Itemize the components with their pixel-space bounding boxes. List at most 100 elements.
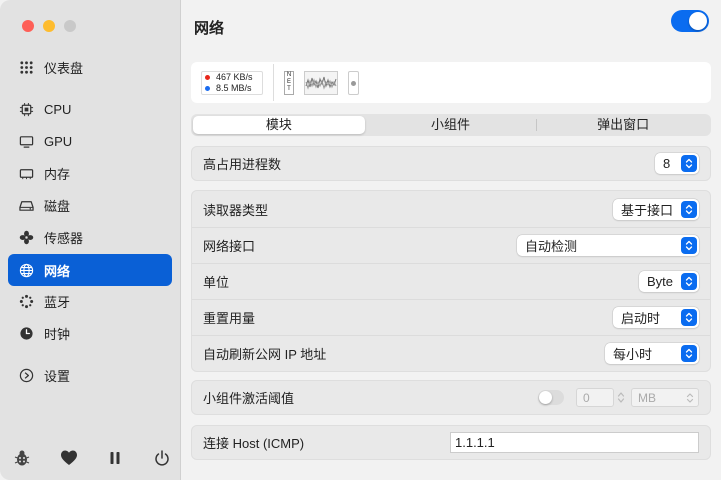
top-processes-label: 高占用进程数 [203, 157, 282, 172]
setting-row-interface: 网络接口 自动检测 [192, 227, 710, 263]
sidebar-item-sensors[interactable]: 传感器 [8, 221, 172, 253]
sidebar-item-label: 传感器 [44, 230, 84, 246]
sidebar-item-label: 仪表盘 [44, 60, 84, 76]
widget-preview: 467 KB/s 8.5 MB/s NET [191, 62, 711, 103]
widget-threshold-stepper[interactable] [615, 388, 627, 407]
setting-row-reader-type: 读取器类型 基于接口 [192, 191, 710, 227]
zoom-window-button[interactable] [64, 20, 76, 32]
setting-row-widget-threshold: 小组件激活阈值 0 MB [192, 381, 710, 414]
sidebar-item-clock[interactable]: 时钟 [8, 317, 172, 349]
preview-divider [273, 64, 274, 101]
sidebar-item-disk[interactable]: 磁盘 [8, 189, 172, 221]
chevron-up-down-icon [681, 237, 697, 254]
disk-icon [18, 197, 34, 213]
network-chart-widget-preview[interactable] [304, 71, 338, 95]
globe-icon [18, 262, 34, 278]
net-label-widget-preview[interactable]: NET [284, 71, 294, 95]
app-window: 仪表盘 CPU GPU 内存 磁盘 传感器 网络 蓝牙 时钟 设置 网络 467… [0, 0, 721, 480]
speed-widget-preview[interactable]: 467 KB/s 8.5 MB/s [201, 71, 263, 95]
sidebar-item-label: 设置 [44, 368, 71, 384]
reset-usage-value: 启动时 [621, 311, 661, 326]
sidebar-item-cpu[interactable]: CPU [8, 93, 172, 125]
chevron-up-down-icon [681, 273, 697, 290]
interface-value: 自动检测 [525, 239, 578, 254]
widget-threshold-value: 0 [583, 390, 590, 405]
refresh-ip-label: 自动刷新公网 IP 地址 [203, 347, 327, 362]
tab-module[interactable]: 模块 [193, 116, 365, 134]
stepper-arrows-icon [617, 392, 625, 403]
host-label: 连接 Host (ICMP) [203, 436, 305, 451]
setting-row-host: 连接 Host (ICMP) 1.1.1.1 [192, 426, 710, 459]
widget-threshold-input[interactable]: 0 [576, 388, 614, 407]
reader-type-label: 读取器类型 [203, 202, 269, 218]
tab-widgets[interactable]: 小组件 [365, 116, 537, 134]
sidebar-item-gpu[interactable]: GPU [8, 125, 172, 157]
top-processes-value: 8 [663, 156, 671, 171]
host-value: 1.1.1.1 [455, 435, 495, 450]
close-window-button[interactable] [22, 20, 34, 32]
pause-icon[interactable] [105, 448, 125, 468]
settings-icon [18, 367, 34, 383]
top-processes-select[interactable]: 8 [655, 153, 699, 174]
reset-usage-select[interactable]: 启动时 [613, 307, 699, 328]
chevron-up-down-icon [686, 393, 694, 403]
settings-card-widget-threshold: 小组件激活阈值 0 MB [191, 380, 711, 415]
sidebar-item-label: GPU [44, 133, 73, 149]
sidebar-item-label: CPU [44, 101, 72, 117]
sidebar-item-label: 网络 [44, 263, 71, 279]
settings-card-processes: 高占用进程数 8 [191, 146, 711, 181]
bug-icon[interactable] [12, 448, 32, 468]
reset-usage-label: 重置用量 [203, 311, 256, 326]
sidebar-bottom-toolbar [12, 448, 172, 468]
sidebar-item-dashboard[interactable]: 仪表盘 [8, 51, 172, 83]
host-input[interactable]: 1.1.1.1 [450, 432, 699, 453]
unit-label: 单位 [203, 275, 230, 290]
settings-card-reader: 读取器类型 基于接口 网络接口 自动检测 单位 Byte 重置用量 启动时 自动… [191, 190, 711, 372]
widget-threshold-unit: MB [638, 390, 656, 405]
state-dot [351, 80, 356, 86]
clock-icon [18, 325, 34, 341]
interface-label: 网络接口 [203, 239, 256, 254]
net-label: NET [286, 72, 292, 92]
upload-speed: 467 KB/s [216, 72, 253, 82]
window-controls [22, 20, 76, 32]
state-widget-preview[interactable] [348, 71, 359, 95]
widget-threshold-label: 小组件激活阈值 [203, 391, 295, 406]
reader-type-select[interactable]: 基于接口 [613, 198, 699, 220]
upload-dot [205, 75, 210, 80]
setting-row-top-processes: 高占用进程数 8 [192, 147, 710, 180]
setting-row-unit: 单位 Byte [192, 263, 710, 299]
grid-dots-icon [18, 59, 34, 75]
power-icon[interactable] [152, 448, 172, 468]
download-dot [205, 86, 210, 91]
setting-row-refresh-ip: 自动刷新公网 IP 地址 每小时 [192, 335, 710, 371]
chevron-up-down-icon [681, 200, 697, 218]
sidebar-item-settings[interactable]: 设置 [8, 359, 172, 391]
interface-select[interactable]: 自动检测 [517, 235, 699, 256]
sidebar-item-label: 蓝牙 [44, 294, 71, 310]
widget-threshold-toggle[interactable] [538, 390, 564, 405]
settings-card-host: 连接 Host (ICMP) 1.1.1.1 [191, 425, 711, 460]
sidebar: 仪表盘 CPU GPU 内存 磁盘 传感器 网络 蓝牙 时钟 设置 [0, 0, 181, 480]
bluetooth-icon [18, 293, 34, 309]
refresh-ip-select[interactable]: 每小时 [605, 343, 699, 364]
sidebar-item-network[interactable]: 网络 [8, 254, 172, 286]
minimize-window-button[interactable] [43, 20, 55, 32]
module-enable-toggle[interactable] [671, 10, 709, 32]
widget-threshold-unit-select[interactable]: MB [631, 388, 699, 407]
memory-icon [18, 165, 34, 181]
refresh-ip-value: 每小时 [613, 347, 653, 362]
sidebar-item-label: 磁盘 [44, 198, 71, 214]
main-panel: 网络 467 KB/s 8.5 MB/s NET 模块 小组件 弹出窗口 高占用… [182, 0, 721, 480]
settings-tabs: 模块 小组件 弹出窗口 [191, 114, 711, 136]
sidebar-item-memory[interactable]: 内存 [8, 157, 172, 189]
sidebar-item-label: 内存 [44, 166, 71, 182]
heart-icon[interactable] [59, 448, 79, 468]
tab-popup[interactable]: 弹出窗口 [537, 116, 709, 134]
sidebar-item-bluetooth[interactable]: 蓝牙 [8, 285, 172, 317]
download-speed: 8.5 MB/s [216, 83, 252, 93]
unit-value: Byte [647, 274, 674, 289]
page-title: 网络 [194, 20, 225, 37]
unit-select[interactable]: Byte [639, 271, 699, 292]
setting-row-reset-usage: 重置用量 启动时 [192, 299, 710, 335]
